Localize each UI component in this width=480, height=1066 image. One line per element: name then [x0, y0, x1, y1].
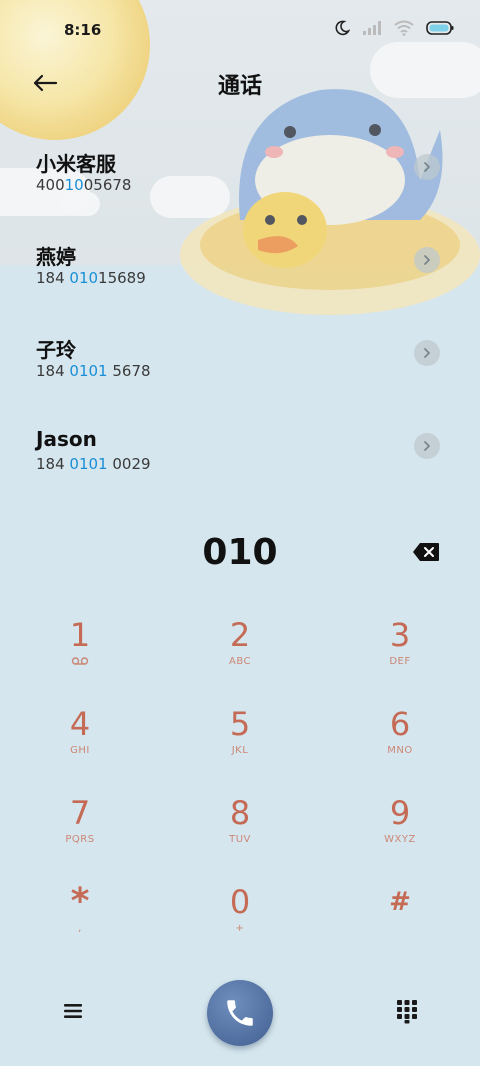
chevron-right-icon — [424, 255, 430, 265]
key-digit: 4 — [69, 705, 91, 743]
keypad-row: * , 0 + # — [0, 882, 480, 971]
key-hash[interactable]: # — [320, 882, 480, 971]
dial-keypad: 1 2 ABC 3 DEF 4 GHI 5 JKL 6 MNO 7 PQRS 8… — [0, 615, 480, 971]
key-4[interactable]: 4 GHI — [0, 704, 160, 793]
voicemail-icon — [71, 657, 89, 665]
key-2[interactable]: 2 ABC — [160, 615, 320, 704]
key-9[interactable]: 9 WXYZ — [320, 793, 480, 882]
dialpad-icon — [397, 1000, 417, 1024]
key-letters: TUV — [229, 834, 251, 845]
contact-details-button[interactable] — [414, 154, 440, 180]
chevron-right-icon — [424, 348, 430, 358]
contact-row[interactable]: 燕婷 184 01015689 — [0, 233, 480, 326]
contact-row[interactable]: Jason 184 0101 0029 — [0, 419, 480, 512]
key-star[interactable]: * , — [0, 882, 160, 971]
key-5[interactable]: 5 JKL — [160, 704, 320, 793]
key-digit: 1 — [69, 616, 91, 654]
call-button[interactable] — [207, 980, 273, 1046]
status-time: 8:16 — [64, 21, 102, 39]
contact-details-button[interactable] — [414, 433, 440, 459]
key-digit: 3 — [389, 616, 411, 654]
key-digit: 2 — [229, 616, 251, 654]
status-bar: 8:16 — [0, 0, 480, 62]
page-header: 通话 — [0, 62, 480, 104]
key-digit: 0 — [229, 883, 251, 921]
chevron-right-icon — [424, 441, 430, 451]
entered-number: 010 — [202, 532, 278, 573]
status-icons — [334, 20, 454, 36]
page-title: 通话 — [217, 74, 262, 99]
key-letters: DEF — [389, 656, 411, 667]
key-letters: MNO — [387, 745, 413, 756]
wifi-icon — [394, 20, 414, 36]
contact-number: 184 01015689 — [36, 269, 146, 287]
contact-row[interactable]: 子玲 184 0101 5678 — [0, 326, 480, 419]
key-letters: WXYZ — [384, 834, 416, 845]
number-display: 010 — [0, 530, 480, 580]
backspace-button[interactable] — [412, 542, 440, 562]
signal-icon — [363, 21, 381, 35]
chevron-right-icon — [424, 162, 430, 172]
key-letters: GHI — [70, 745, 90, 756]
key-letters: PQRS — [65, 834, 95, 845]
menu-icon — [64, 1004, 82, 1018]
moon-icon — [335, 20, 350, 36]
keypad-row: 4 GHI 5 JKL 6 MNO — [0, 704, 480, 793]
key-letters: ABC — [228, 656, 251, 667]
backspace-icon — [413, 543, 439, 561]
dialpad-toggle-button[interactable] — [394, 998, 420, 1024]
key-digit: 5 — [229, 705, 251, 743]
key-digit: 9 — [389, 794, 411, 832]
key-digit: * — [70, 881, 90, 922]
key-digit: 8 — [229, 794, 251, 832]
contact-number: 184 0101 0029 — [36, 455, 151, 473]
keypad-row: 1 2 ABC 3 DEF — [0, 615, 480, 704]
key-1[interactable]: 1 — [0, 615, 160, 704]
key-digit: 7 — [69, 794, 91, 832]
battery-icon — [426, 21, 454, 35]
key-3[interactable]: 3 DEF — [320, 615, 480, 704]
key-digit: 6 — [389, 705, 411, 743]
contact-details-button[interactable] — [414, 340, 440, 366]
keypad-row: 7 PQRS 8 TUV 9 WXYZ — [0, 793, 480, 882]
key-letters: JKL — [231, 745, 249, 756]
key-letters: + — [235, 923, 245, 934]
contact-number: 4001005678 — [36, 176, 132, 194]
key-8[interactable]: 8 TUV — [160, 793, 320, 882]
contact-row[interactable]: 小米客服 4001005678 — [0, 140, 480, 233]
key-letters: , — [78, 923, 82, 934]
key-6[interactable]: 6 MNO — [320, 704, 480, 793]
contact-suggestions: 小米客服 4001005678 燕婷 184 01015689 子玲 184 0… — [0, 140, 480, 512]
key-digit: # — [389, 887, 411, 917]
contact-details-button[interactable] — [414, 247, 440, 273]
menu-button[interactable] — [60, 998, 86, 1024]
bottom-action-bar — [0, 978, 480, 1048]
phone-icon — [227, 1000, 253, 1026]
contact-number: 184 0101 5678 — [36, 362, 151, 380]
key-7[interactable]: 7 PQRS — [0, 793, 160, 882]
key-letters — [71, 656, 89, 670]
key-0[interactable]: 0 + — [160, 882, 320, 971]
